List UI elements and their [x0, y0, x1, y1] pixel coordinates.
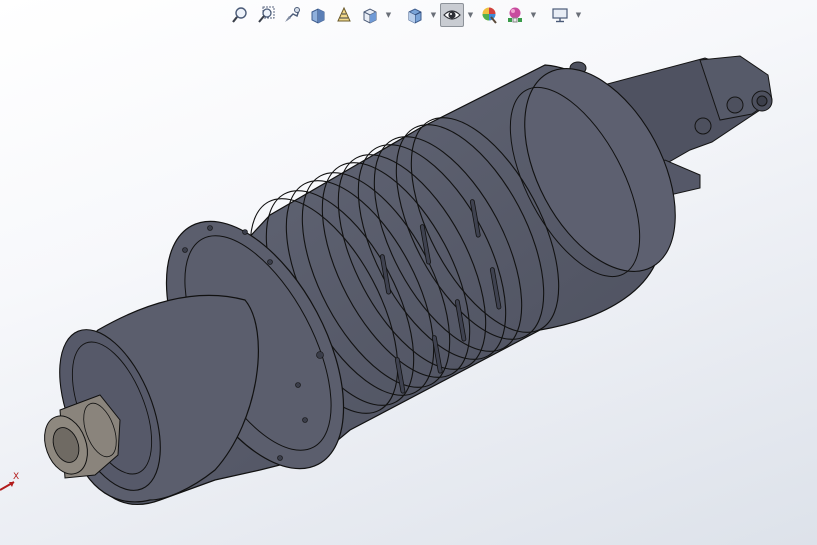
triad-x-label: X — [13, 472, 20, 482]
spindle-model[interactable] — [0, 0, 817, 545]
graphics-area[interactable]: ▼ ▼ ▼ ▼ ▼ X — [0, 0, 817, 545]
